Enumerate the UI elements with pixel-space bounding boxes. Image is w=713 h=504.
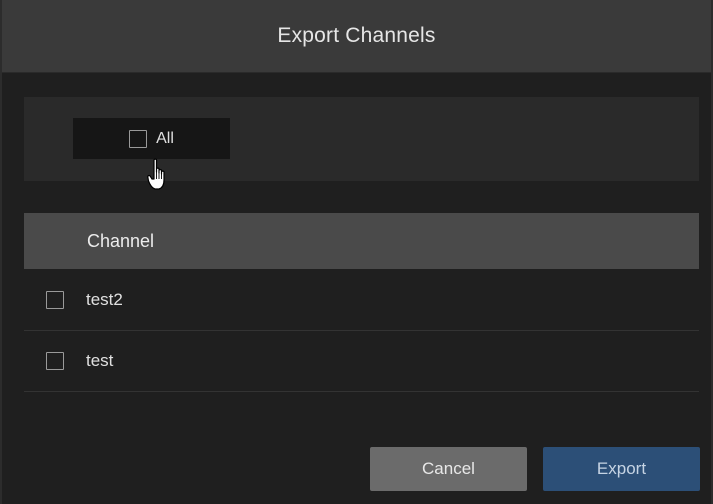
export-button[interactable]: Export: [543, 447, 700, 491]
cancel-button[interactable]: Cancel: [370, 447, 527, 491]
channel-column-header: Channel: [87, 230, 155, 251]
hand-pointer-icon: [147, 158, 165, 190]
dialog-title: Export Channels: [277, 24, 436, 47]
channel-name: test2: [86, 290, 123, 309]
channel-name: test: [86, 351, 114, 370]
row-checkbox[interactable]: [46, 291, 64, 309]
table-row[interactable]: test2: [24, 270, 699, 331]
export-channels-dialog: Export Channels All Channel test2 test C…: [0, 0, 713, 504]
row-checkbox[interactable]: [46, 352, 64, 370]
select-all-toggle[interactable]: All: [73, 118, 230, 159]
select-all-label: All: [156, 129, 174, 147]
table-row[interactable]: test: [24, 331, 699, 392]
select-all-panel: All: [24, 97, 699, 181]
select-all-checkbox[interactable]: [129, 129, 148, 148]
channel-table-header: Channel: [24, 213, 699, 269]
dialog-header: Export Channels: [2, 0, 711, 73]
